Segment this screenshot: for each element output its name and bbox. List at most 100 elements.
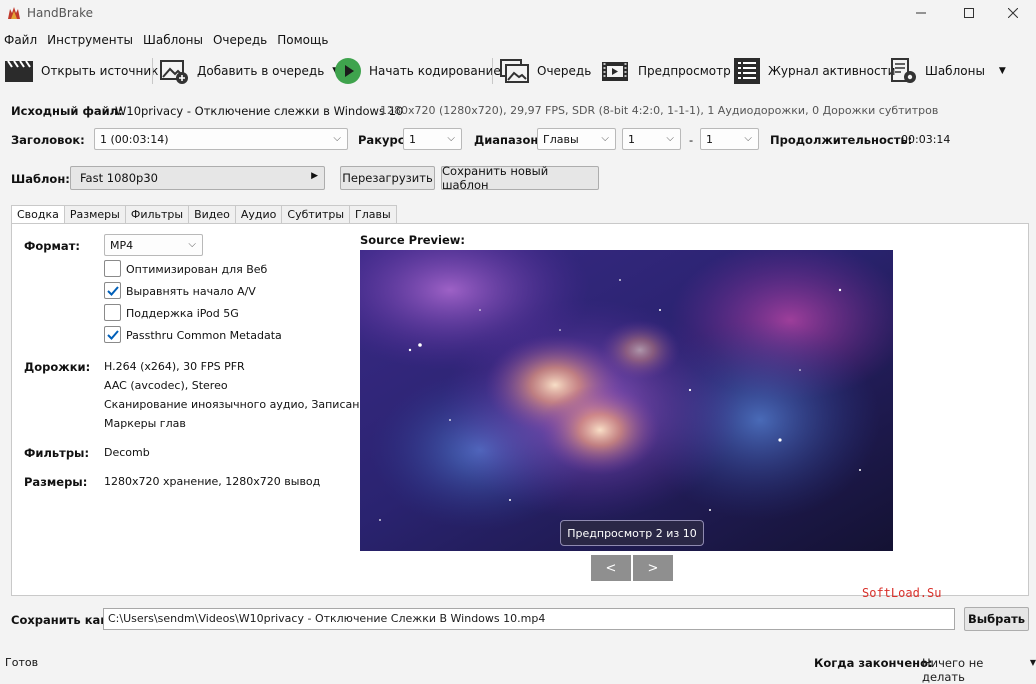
duration-value: 00:03:14 [901,133,951,146]
toolbar: Открыть источник Добавить в очередь ▼ На… [0,52,1036,90]
filmstrip-icon [602,62,628,81]
menu-bar: Файл Инструменты Шаблоны Очередь Помощь [0,30,333,50]
minimize-icon [916,12,926,14]
activity-log-button[interactable]: Журнал активности [733,56,895,86]
passthru-metadata-label: Passthru Common Metadata [126,329,282,342]
preview-image [360,250,893,551]
duration-label: Продолжительность: [770,133,913,147]
tab-dimensions[interactable]: Размеры [64,205,126,224]
range-label: Диапазон: [474,133,543,147]
range-from-value: 1 [628,132,635,146]
range-type-select[interactable]: Главы ⌵ [537,128,616,150]
menu-queue[interactable]: Очередь [208,30,272,50]
menu-tools[interactable]: Инструменты [42,30,138,50]
align-av-checkbox[interactable] [104,282,121,299]
minimize-button[interactable] [898,0,944,26]
tracks-label: Дорожки: [24,360,91,374]
range-to-select[interactable]: 1 ⌵ [700,128,759,150]
menu-help[interactable]: Помощь [272,30,333,50]
status-text: Готов [5,656,39,669]
title-select[interactable]: 1 (00:03:14) ⌵ [94,128,348,150]
chevron-down-icon: ⌵ [333,133,341,144]
align-av-label: Выравнять начало A/V [126,285,256,298]
save-as-path-input[interactable]: C:\Users\sendm\Videos\W10privacy - Отклю… [103,608,955,630]
chevron-down-icon: ⌵ [447,133,455,144]
activity-log-icon [734,58,760,84]
web-optimized-checkbox[interactable] [104,260,121,277]
queue-label: Очередь [537,64,592,78]
nebula-preview-image [360,250,893,551]
angle-select[interactable]: 1 ⌵ [403,128,462,150]
track-item: H.264 (x264), 30 FPS PFR [104,360,245,373]
sizes-label: Размеры: [24,475,88,489]
reload-preset-button[interactable]: Перезагрузить [340,166,435,190]
toolbar-separator [492,58,493,84]
check-icon [107,286,119,296]
when-done-select[interactable]: Ничего не делать ▼ [922,656,1036,684]
ipod-5g-checkbox[interactable] [104,304,121,321]
chevron-down-icon: ▼ [1029,658,1036,667]
add-to-queue-button[interactable]: Добавить в очередь ▼ [160,56,339,86]
maximize-button[interactable] [946,0,992,26]
preview-button[interactable]: Предпросмотр [601,56,731,86]
preview-counter-badge: Предпросмотр 2 из 10 [560,520,704,546]
presets-button[interactable]: Шаблоны ▼ [890,56,1006,86]
open-source-label: Открыть источник [41,64,159,78]
when-done-label: Когда закончено: [814,656,933,670]
preview-label: Предпросмотр [638,64,731,78]
close-button[interactable] [990,0,1036,26]
start-encode-button[interactable]: Начать кодирование [334,56,501,86]
ipod-5g-label: Поддержка iPod 5G [126,307,239,320]
toolbar-separator [152,58,153,84]
clapperboard-icon [5,60,33,82]
maximize-icon [964,8,974,18]
tab-video[interactable]: Видео [189,205,236,224]
tab-filters[interactable]: Фильтры [125,205,190,224]
filters-value: Decomb [104,446,150,459]
tab-strip: Сводка Размеры Фильтры Видео Аудио Субти… [11,205,397,225]
menu-presets[interactable]: Шаблоны [138,30,208,50]
preset-value: Fast 1080p30 [80,171,158,185]
tab-subtitles[interactable]: Субтитры [282,205,351,224]
chevron-down-icon: ⌵ [601,133,609,144]
range-from-select[interactable]: 1 ⌵ [622,128,681,150]
preview-prev-button[interactable]: < [591,555,631,581]
format-label: Формат: [24,239,80,253]
title-select-value: 1 (00:03:14) [100,132,169,146]
filters-label: Фильтры: [24,446,90,460]
format-select[interactable]: MP4 ⌵ [104,234,203,256]
track-item: Маркеры глав [104,417,186,430]
title-bar: HandBrake [0,0,1036,26]
save-new-preset-button[interactable]: Сохранить новый шаблон [441,164,599,192]
queue-images-icon [500,59,529,83]
preset-label: Шаблон: [11,172,70,186]
web-optimized-label: Оптимизирован для Веб [126,263,268,276]
tab-summary[interactable]: Сводка [11,205,65,225]
tab-chapters[interactable]: Главы [350,205,397,224]
passthru-metadata-checkbox[interactable] [104,326,121,343]
source-label: Исходный файл: [11,104,123,118]
title-label: Заголовок: [11,133,85,147]
source-name: W10privacy - Отключение слежки в Windows… [115,104,404,118]
sizes-value: 1280x720 хранение, 1280x720 вывод [104,475,321,488]
preview-next-button[interactable]: > [633,555,673,581]
chevron-down-icon: ⌵ [188,239,196,250]
menu-file[interactable]: Файл [0,30,42,50]
tab-audio[interactable]: Аудио [235,205,283,224]
browse-button[interactable]: Выбрать [964,607,1029,631]
handbrake-app-icon [8,7,20,19]
format-value: MP4 [110,238,134,252]
track-item: Сканирование иноязычного аудио, Записано [104,398,367,411]
preset-selector[interactable]: Fast 1080p30 ▶ [70,166,325,190]
open-source-button[interactable]: Открыть источник [4,56,158,86]
presets-gear-icon [891,58,916,83]
watermark-text: SoftLoad.Su [862,586,942,600]
presets-label: Шаблоны [925,64,985,78]
angle-select-value: 1 [409,132,416,146]
angle-label: Ракурс: [358,133,410,147]
queue-button[interactable]: Очередь [500,56,591,86]
play-icon [335,58,361,84]
presets-dropdown-icon[interactable]: ▼ [999,66,1006,76]
add-image-icon [160,60,188,84]
save-as-label: Сохранить как: [11,613,113,627]
